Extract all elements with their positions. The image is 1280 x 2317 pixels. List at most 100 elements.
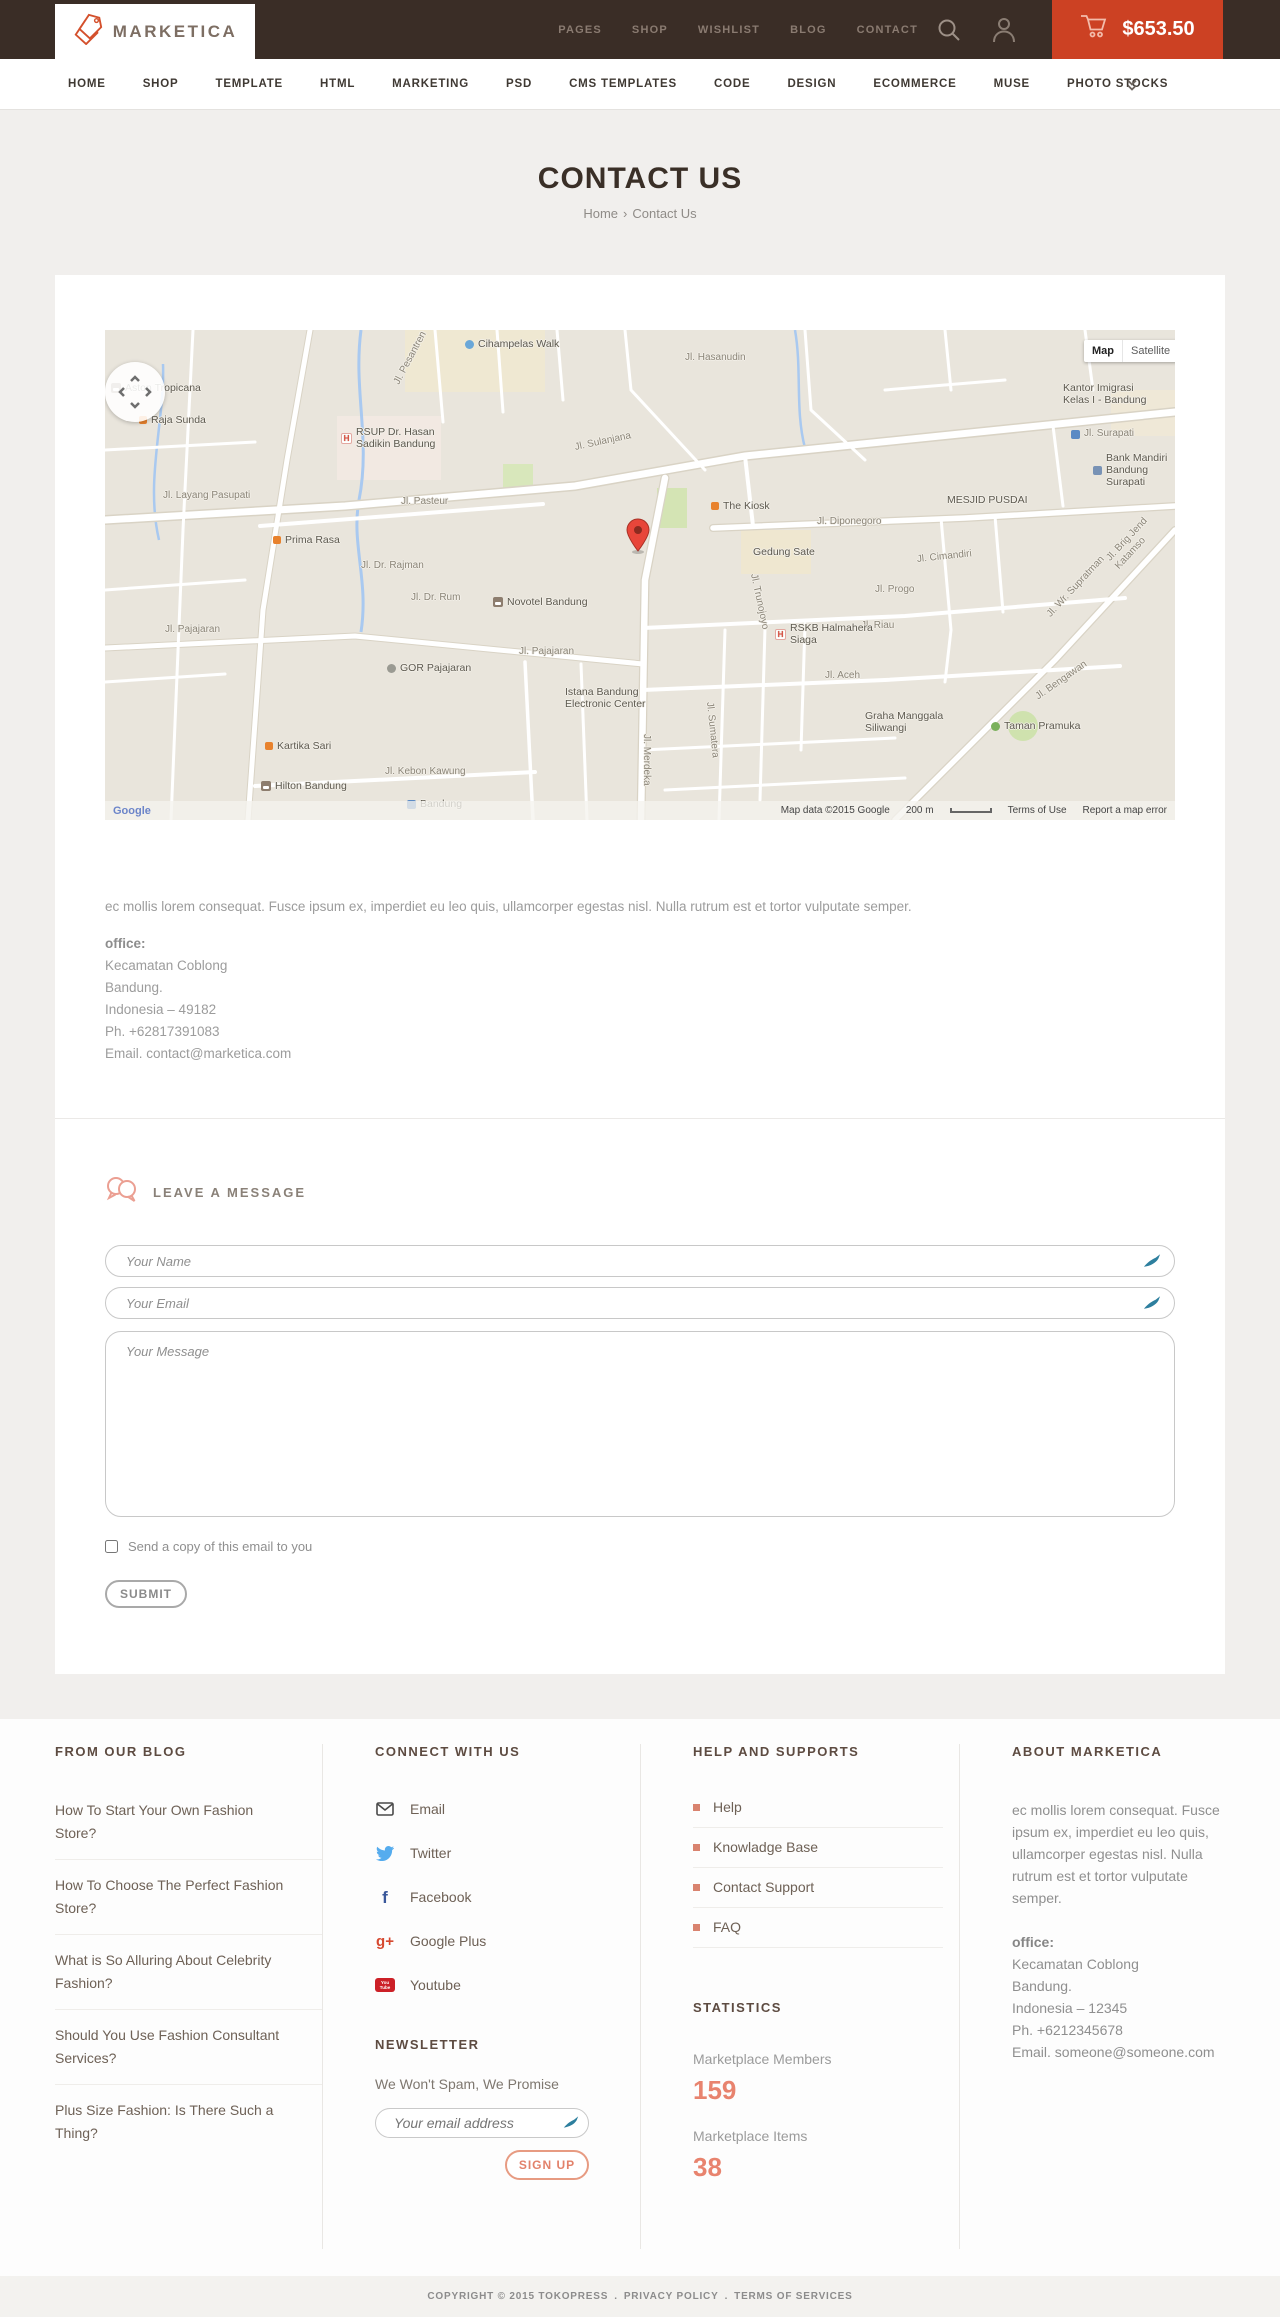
name-input[interactable] (105, 1245, 1175, 1277)
bullet-square-icon (693, 1803, 700, 1811)
footer-connect-title: CONNECT WITH US (375, 1744, 521, 1759)
blog-link[interactable]: How To Choose The Perfect Fashion Store? (55, 1874, 322, 1935)
report-map-error-link[interactable]: Report a map error (1083, 805, 1167, 816)
leave-message-heading: LEAVE A MESSAGE (153, 1184, 307, 1200)
social-facebook-link[interactable]: f Facebook (375, 1887, 640, 1907)
terms-of-services-link[interactable]: TERMS OF SERVICES (734, 2291, 852, 2302)
nav-wishlist[interactable]: WISHLIST (698, 24, 760, 36)
blog-link[interactable]: How To Start Your Own Fashion Store? (55, 1799, 322, 1860)
nav-shop[interactable]: SHOP (632, 24, 668, 36)
footer-blog-column: FROM OUR BLOG How To Start Your Own Fash… (55, 1744, 322, 2249)
map-label: Hilton Bandung (261, 780, 347, 792)
map-label: Jl. Hasanudin (685, 352, 746, 363)
terms-of-use-link[interactable]: Terms of Use (1008, 805, 1067, 816)
map-scale-label: 200 m (905, 805, 934, 816)
cart-button[interactable]: $653.50 (1052, 0, 1223, 59)
map-view-button[interactable]: Map (1084, 340, 1123, 362)
cat-template[interactable]: TEMPLATE (216, 78, 284, 90)
send-copy-checkbox[interactable] (105, 1540, 118, 1553)
cat-psd[interactable]: PSD (506, 78, 532, 90)
cat-ecommerce[interactable]: ECOMMERCE (873, 78, 956, 90)
cat-html[interactable]: HTML (320, 78, 355, 90)
map-label: Jl. Cimandiri (916, 548, 973, 565)
email-icon (375, 1802, 395, 1816)
cat-code[interactable]: CODE (714, 78, 750, 90)
map-label: Graha Manggala Siliwangi (865, 710, 944, 734)
brand-logo[interactable]: MARKETICA (55, 4, 255, 59)
cat-marketing[interactable]: MARKETING (392, 78, 469, 90)
map-label: H RSUP Dr. Hasan Sadikin Bandung (341, 426, 435, 450)
blog-link[interactable]: What is So Alluring About Celebrity Fash… (55, 1949, 322, 2010)
footer-blog-title: FROM OUR BLOG (55, 1744, 187, 1759)
map-label: Kartika Sari (265, 740, 331, 752)
cat-home[interactable]: HOME (68, 78, 106, 90)
cat-design[interactable]: DESIGN (787, 78, 836, 90)
blog-link[interactable]: Plus Size Fashion: Is There Such a Thing… (55, 2099, 322, 2159)
bullet-square-icon (693, 1923, 700, 1931)
cat-shop[interactable]: SHOP (143, 78, 179, 90)
social-googleplus-link[interactable]: g+ Google Plus (375, 1931, 640, 1951)
social-youtube-link[interactable]: You Tube Youtube (375, 1975, 640, 1995)
map-label: Jl. Pajajaran (519, 646, 575, 657)
breadcrumb-current: Contact Us (632, 206, 697, 221)
nav-pages[interactable]: PAGES (558, 24, 602, 36)
copyright-bar: COPYRIGHT © 2015 TOKOPRESS . PRIVACY POL… (0, 2276, 1280, 2317)
message-textarea[interactable] (105, 1331, 1175, 1517)
map-label: Jl. Wr. Supratman (1044, 553, 1107, 620)
map-pan-control[interactable] (105, 362, 165, 422)
account-icon[interactable] (992, 16, 1016, 48)
bus-poi-icon (1071, 429, 1080, 439)
privacy-policy-link[interactable]: PRIVACY POLICY (624, 2291, 719, 2302)
newsletter-email-input[interactable] (375, 2108, 589, 2138)
cat-photo-stocks[interactable]: PHOTO STOCKS (1067, 78, 1168, 90)
food-poi-icon (273, 536, 281, 544)
map-label: Jl. Layang Pasupati (163, 490, 251, 501)
address-line: Email. someone@someone.com (1012, 2044, 1215, 2060)
satellite-view-button[interactable]: Satellite (1123, 340, 1175, 362)
search-icon[interactable] (936, 17, 962, 48)
submit-button[interactable]: SUBMIT (105, 1580, 187, 1608)
map-label: Kantor Imigrasi Kelas I - Bandung (1063, 382, 1147, 406)
map-label: Cihampelas Walk (465, 338, 559, 350)
newsletter-title: NEWSLETTER (375, 2037, 480, 2052)
google-map[interactable]: Cihampelas Walk Jl. Hasanudin Jl. Pesantre… (105, 330, 1175, 820)
map-labels-layer: Cihampelas Walk Jl. Hasanudin Jl. Pesantre… (105, 330, 1175, 820)
breadcrumb-home[interactable]: Home (583, 206, 618, 221)
chat-bubbles-icon (105, 1176, 137, 1208)
bullet-square-icon (693, 1883, 700, 1891)
help-link[interactable]: Help (693, 1799, 943, 1828)
footer: FROM OUR BLOG How To Start Your Own Fash… (0, 1719, 1280, 2276)
cat-muse[interactable]: MUSE (994, 78, 1030, 90)
map-label: The Kiosk (711, 500, 770, 512)
nav-blog[interactable]: BLOG (790, 24, 827, 36)
map-label: Jl. Sulanjana (573, 430, 633, 453)
map-label: Jl. Surapati (1071, 428, 1134, 440)
map-label: Gedung Sate (753, 546, 815, 558)
address-line: Indonesia – 12345 (1012, 2000, 1128, 2016)
pen-icon (1143, 1253, 1161, 1273)
bank-poi-icon (1093, 465, 1102, 475)
social-twitter-link[interactable]: Twitter (375, 1843, 640, 1863)
cat-cms-templates[interactable]: CMS TEMPLATES (569, 78, 677, 90)
help-link[interactable]: Contact Support (693, 1879, 943, 1908)
google-plus-icon: g+ (376, 1932, 394, 1950)
help-link[interactable]: Knowladge Base (693, 1839, 943, 1868)
email-input[interactable] (105, 1287, 1175, 1319)
hotel-poi-icon (261, 781, 271, 791)
address-line: Bandung. (105, 980, 163, 995)
address-line: Bandung. (1012, 1978, 1072, 1994)
hospital-poi-icon: H (341, 432, 352, 444)
help-link[interactable]: FAQ (693, 1919, 943, 1948)
map-marker-pin[interactable] (625, 518, 651, 559)
newsletter-signup-button[interactable]: SIGN UP (505, 2150, 589, 2180)
map-label: Jl. Trunojoyo (748, 572, 771, 631)
map-label: Novotel Bandung (493, 596, 588, 608)
youtube-icon: You Tube (375, 1978, 395, 1992)
newsletter-tagline: We Won't Spam, We Promise (375, 2076, 559, 2092)
blog-link[interactable]: Should You Use Fashion Consultant Servic… (55, 2024, 322, 2085)
bullet-square-icon (693, 1843, 700, 1851)
chevron-double-down-icon[interactable] (1125, 78, 1139, 97)
social-email-link[interactable]: Email (375, 1799, 640, 1819)
nav-contact[interactable]: CONTACT (857, 24, 918, 36)
